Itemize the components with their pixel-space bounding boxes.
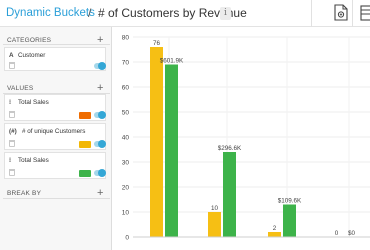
data-label: 10 [211, 205, 219, 212]
value-card[interactable]: (#) # of unique Customers [4, 123, 106, 150]
category-card[interactable]: A Customer [4, 47, 106, 71]
data-label: 2 [273, 225, 277, 232]
header-divider [311, 0, 312, 27]
data-label: $601.9K [160, 58, 184, 65]
y-tick-label: 50 [122, 110, 130, 117]
delete-icon[interactable] [9, 140, 15, 147]
fields-panel: CATEGORIES + A Customer VALUES + ⁝ Total S… [0, 27, 112, 250]
value-card[interactable]: ⁝ Total Sales [4, 152, 106, 179]
categories-section-title: CATEGORIES [7, 37, 52, 44]
add-value-icon[interactable]: + [97, 83, 103, 94]
bar-chart: 01020304050607080761020$601.9K$296.6K$10… [122, 35, 370, 242]
value-card-label: ⁝ Total Sales [9, 99, 49, 106]
section-divider [3, 44, 110, 45]
value-card-label: (#) # of unique Customers [9, 128, 85, 135]
bar [283, 204, 296, 237]
y-tick-label: 80 [122, 35, 130, 42]
bar [268, 232, 281, 237]
y-tick-label: 40 [122, 135, 130, 142]
values-section-title: VALUES [7, 85, 34, 92]
y-tick-label: 10 [122, 210, 130, 217]
number-type-glyph: ⁝ [9, 157, 12, 164]
y-tick-label: 70 [122, 60, 130, 67]
value-name: # of unique Customers [22, 128, 86, 135]
value-name: Total Sales [18, 157, 49, 164]
toggle-switch[interactable] [94, 169, 106, 177]
bar [208, 212, 221, 237]
delete-icon[interactable] [9, 62, 15, 69]
series-color-swatch[interactable] [79, 141, 91, 148]
data-label: 76 [153, 40, 161, 47]
series-color-swatch[interactable] [79, 112, 91, 119]
series-color-swatch[interactable] [79, 170, 91, 177]
text-type-glyph: A [9, 52, 14, 59]
section-divider [3, 198, 110, 199]
data-label: $296.6K [218, 145, 242, 152]
y-tick-label: 30 [122, 160, 130, 167]
data-label: 0 [335, 230, 339, 237]
value-card-label: ⁝ Total Sales [9, 157, 49, 164]
bar [150, 47, 163, 237]
toggle-switch[interactable] [94, 140, 106, 148]
category-name: Customer [18, 52, 46, 59]
export-document-icon[interactable] [334, 4, 348, 21]
value-card[interactable]: ⁝ Total Sales [4, 94, 106, 121]
break-by-section-title: BREAK BY [7, 190, 42, 197]
category-card-label: A Customer [9, 52, 45, 59]
header-divider [352, 0, 353, 27]
y-tick-label: 20 [122, 185, 130, 192]
data-label: $109.6K [278, 198, 302, 205]
info-icon[interactable]: i [220, 7, 231, 20]
grid-icon[interactable] [360, 5, 370, 21]
delete-icon[interactable] [9, 111, 15, 118]
toggle-switch[interactable] [94, 62, 106, 70]
number-type-glyph: ⁝ [9, 99, 12, 106]
data-label: $0 [348, 230, 356, 237]
bar [165, 64, 178, 237]
y-tick-label: 0 [125, 235, 129, 242]
y-tick-label: 60 [122, 85, 130, 92]
value-name: Total Sales [18, 99, 49, 106]
breadcrumb-root-link[interactable]: Dynamic Buckets [6, 7, 95, 19]
chart-area: 0 10 20 30 40 50 60 70 80 76 10 2 0 $601.9K $296.6K $10… [113, 27, 370, 250]
breadcrumb-separator: / [88, 6, 92, 20]
add-break-by-icon[interactable]: + [97, 188, 103, 199]
toggle-switch[interactable] [94, 111, 106, 119]
aggregate-type-glyph: (#) [9, 128, 17, 135]
delete-icon[interactable] [9, 169, 15, 176]
bar [223, 152, 236, 237]
header-bar: Dynamic Buckets / # of Customers by Reve… [0, 0, 370, 27]
